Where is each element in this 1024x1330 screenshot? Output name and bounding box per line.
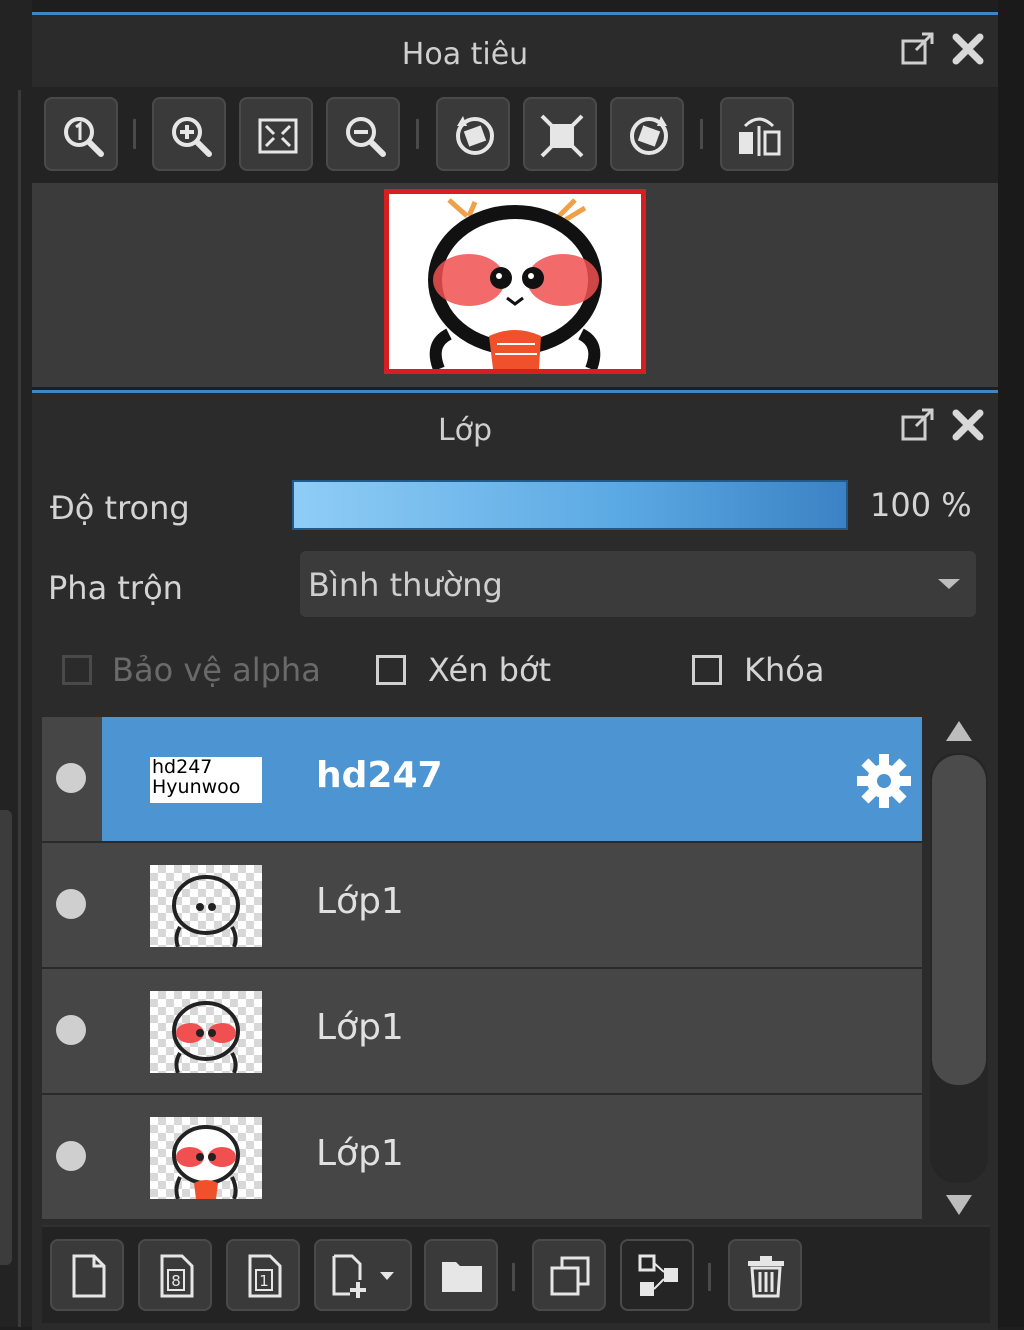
blend-label: Pha trộn (48, 569, 183, 607)
opacity-label: Độ trong (50, 489, 190, 527)
layer-row[interactable]: Lớp1 (42, 843, 922, 969)
protect-alpha-label: Bảo vệ alpha (112, 651, 321, 689)
toolbar-separator (133, 119, 136, 149)
layer-name: Lớp1 (316, 1133, 404, 1174)
merge-layer-icon (638, 1254, 678, 1296)
zoom-out-button[interactable] (326, 97, 400, 171)
fit-window-button[interactable] (239, 97, 313, 171)
canvas-preview-image (428, 198, 602, 369)
flip-icon (739, 117, 781, 156)
layer-list: hd247 Hyunwoo hd247 Lớp1 Lớp1 Lớp1 (42, 717, 922, 1219)
visibility-toggle[interactable] (56, 889, 86, 919)
lock-label: Khóa (744, 651, 825, 689)
fit-window-icon (258, 118, 298, 154)
navigator-title: Hoa tiêu (401, 37, 529, 72)
scroll-up-icon[interactable] (946, 721, 972, 741)
duplicate-layer-icon (550, 1256, 590, 1296)
close-icon[interactable] (948, 405, 988, 445)
fullscreen-icon (540, 114, 584, 158)
layer-name: Lớp1 (316, 1007, 404, 1048)
clipping-label: Xén bớt (428, 651, 552, 689)
visibility-toggle[interactable] (56, 1141, 86, 1171)
flip-button[interactable] (720, 97, 794, 171)
new-folder-icon (442, 1262, 482, 1292)
layer-list-scrollbar[interactable] (930, 717, 990, 1219)
new-8bit-layer-icon: 8 (160, 1254, 194, 1298)
layer-row[interactable]: hd247 Hyunwoo hd247 (42, 717, 922, 843)
blend-mode-select[interactable]: Bình thường (300, 551, 976, 617)
layer-title: Lớp (437, 413, 493, 448)
scroll-thumb[interactable] (932, 755, 986, 1085)
layer-thumbnail (150, 865, 262, 947)
delete-layer-button[interactable] (728, 1239, 802, 1311)
scroll-down-icon[interactable] (946, 1195, 972, 1215)
add-layer-dropdown-button[interactable] (314, 1239, 412, 1311)
popout-icon[interactable] (898, 405, 938, 445)
svg-text:1: 1 (259, 1272, 269, 1290)
rotate-left-icon (456, 116, 494, 155)
zoom-in-icon (172, 117, 212, 157)
layer-thumbnail: hd247 Hyunwoo (150, 757, 262, 803)
add-layer-dropdown-icon (332, 1254, 394, 1298)
layer-thumb-image (172, 875, 240, 947)
navigator-panel: Hoa tiêu (32, 12, 998, 387)
new-8bit-layer-button[interactable]: 8 (138, 1239, 212, 1311)
thumb-text-line2: Hyunwoo (152, 776, 241, 798)
rotate-right-button[interactable] (610, 97, 684, 171)
navigator-preview[interactable] (32, 183, 998, 387)
blend-mode-value: Bình thường (308, 566, 503, 604)
clipping-checkbox[interactable] (376, 655, 406, 685)
layer-thumb-image (172, 1125, 240, 1199)
thumb-text-line1: hd247 (152, 757, 213, 778)
layer-row[interactable]: Lớp1 (42, 969, 922, 1095)
layer-thumbnail (150, 991, 262, 1073)
opacity-slider[interactable] (292, 480, 848, 530)
new-layer-button[interactable] (50, 1239, 124, 1311)
toolbar-separator (416, 119, 419, 149)
opacity-value: 100 % (870, 486, 972, 524)
layer-thumbnail (150, 1117, 262, 1199)
canvas-thumbnail[interactable] (384, 189, 646, 374)
layer-row[interactable]: Lớp1 (42, 1095, 922, 1219)
left-scrollbar-thumb[interactable] (0, 810, 12, 1265)
layer-thumb-image (172, 1001, 240, 1073)
new-1bit-layer-button[interactable]: 1 (226, 1239, 300, 1311)
navigator-toolbar (32, 87, 998, 183)
merge-layer-button[interactable] (620, 1239, 694, 1311)
zoom-actual-button[interactable] (44, 97, 118, 171)
zoom-actual-icon (64, 117, 104, 157)
lock-checkbox[interactable] (692, 655, 722, 685)
left-divider (18, 90, 21, 1327)
popout-icon[interactable] (898, 29, 938, 69)
delete-layer-icon (748, 1256, 784, 1298)
rotate-left-button[interactable] (436, 97, 510, 171)
new-1bit-layer-icon: 1 (248, 1254, 282, 1298)
navigator-title-bar: Hoa tiêu (32, 15, 998, 87)
layer-name: Lớp1 (316, 881, 404, 922)
duplicate-layer-button[interactable] (532, 1239, 606, 1311)
zoom-in-button[interactable] (152, 97, 226, 171)
chevron-down-icon (938, 579, 960, 589)
new-folder-button[interactable] (424, 1239, 498, 1311)
layer-title-bar: Lớp (32, 393, 998, 463)
fullscreen-button[interactable] (523, 97, 597, 171)
toolbar-separator (512, 1263, 515, 1291)
new-layer-icon (72, 1254, 106, 1298)
close-icon[interactable] (948, 29, 988, 69)
layer-toolbar: 8 1 (42, 1225, 990, 1323)
layer-name: hd247 (316, 755, 443, 796)
rotate-right-icon (630, 116, 668, 155)
toolbar-separator (708, 1263, 711, 1291)
left-edge (0, 0, 32, 1327)
svg-text:8: 8 (171, 1272, 181, 1290)
protect-alpha-checkbox[interactable] (62, 655, 92, 685)
toolbar-separator (700, 119, 703, 149)
visibility-toggle[interactable] (56, 1015, 86, 1045)
right-edge (998, 0, 1024, 1327)
gear-icon[interactable] (854, 751, 914, 811)
visibility-toggle[interactable] (56, 763, 86, 793)
zoom-out-icon (346, 117, 386, 157)
layer-panel: Lớp Độ trong 100 % Pha trộn Bình thường … (32, 390, 998, 1330)
